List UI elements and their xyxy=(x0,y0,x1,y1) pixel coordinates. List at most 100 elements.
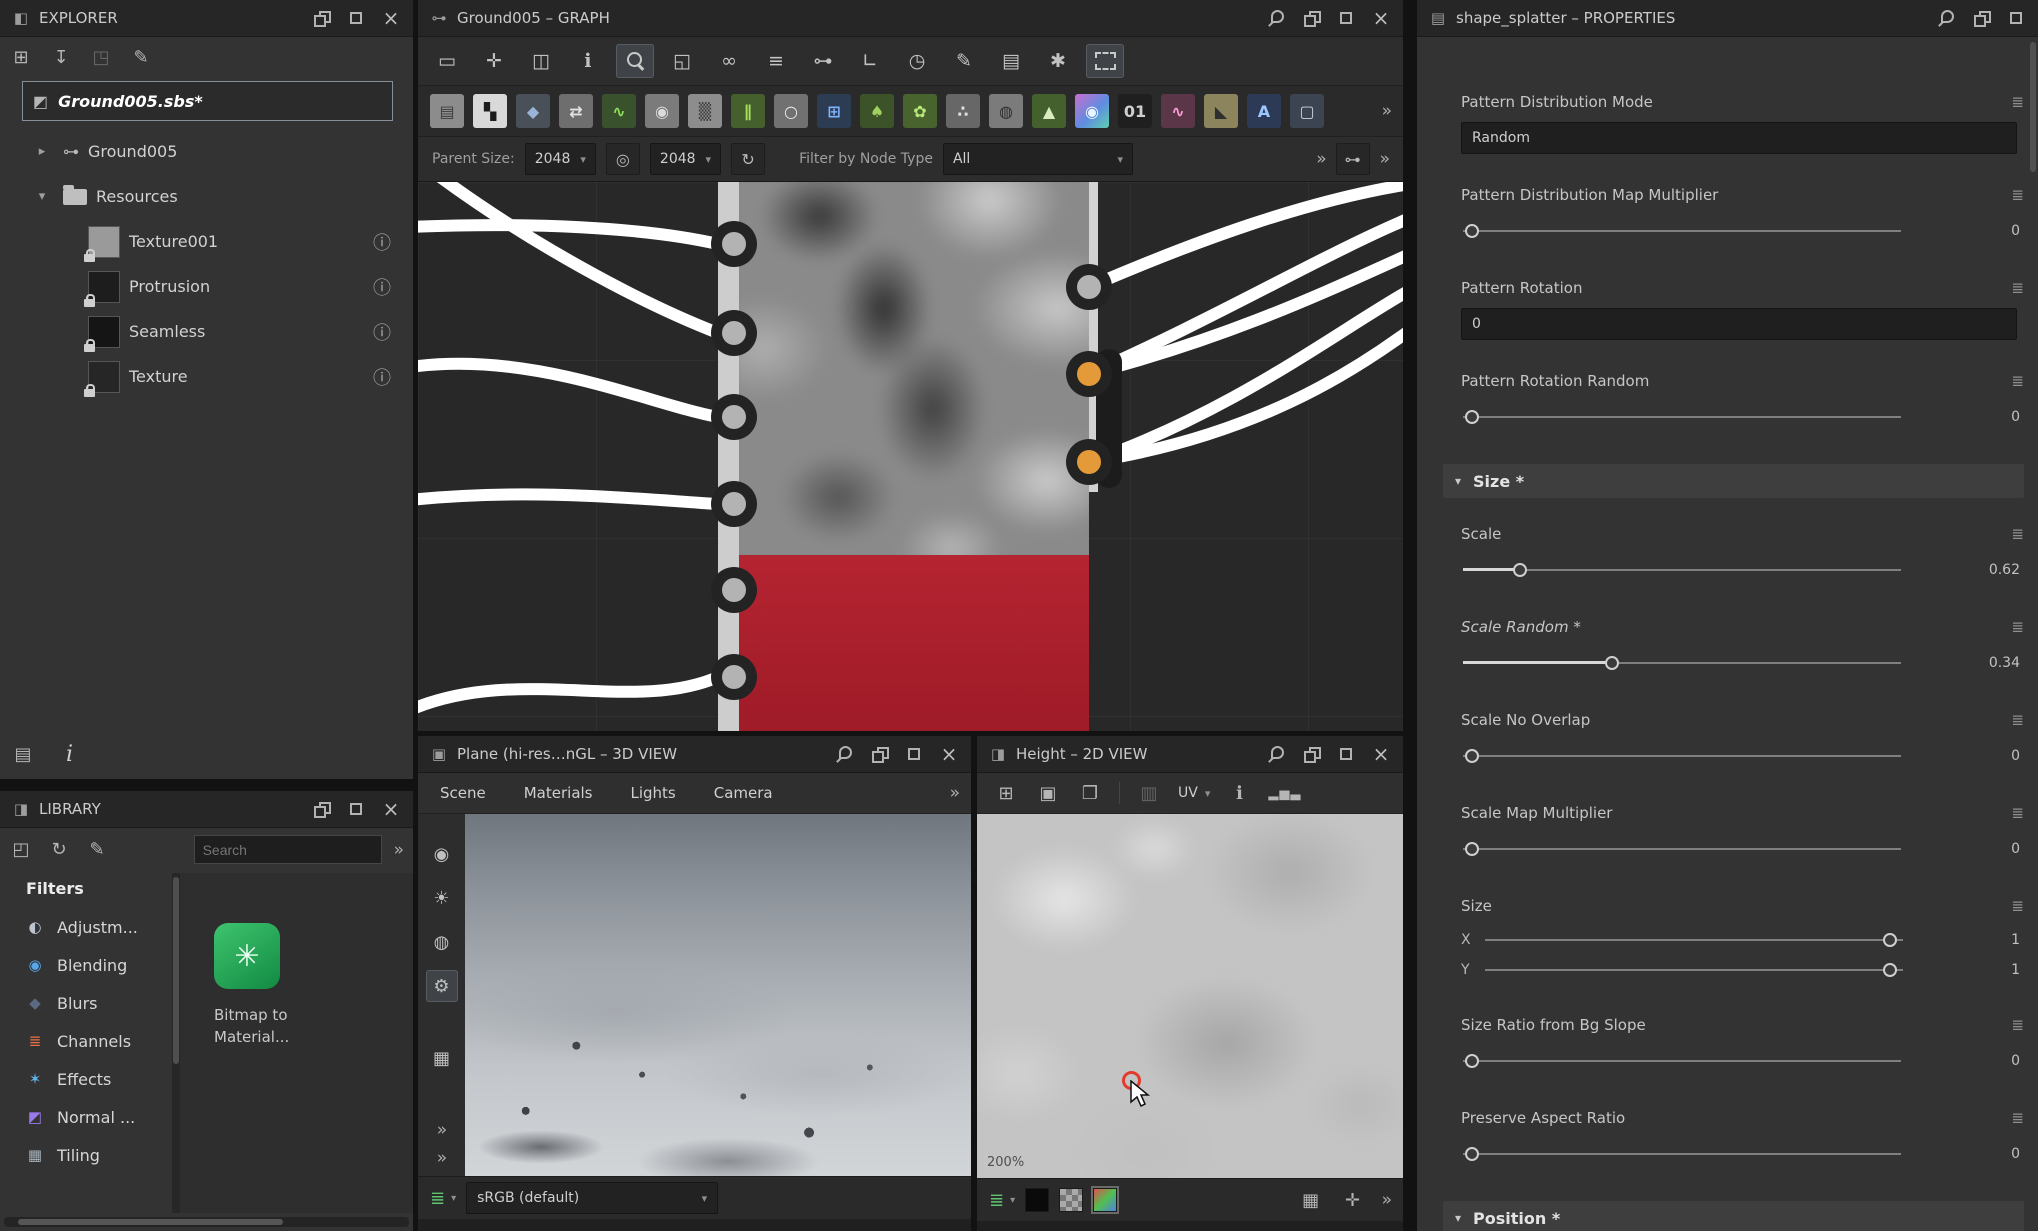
slider-knob[interactable] xyxy=(1605,656,1619,670)
tree-item-ground005[interactable]: ▸⊶Ground005 xyxy=(0,129,413,174)
layers-icon[interactable]: ▤ xyxy=(10,741,36,767)
wave-node-icon[interactable]: ∿ xyxy=(1161,94,1195,128)
param-menu-icon[interactable]: ≣ xyxy=(2011,93,2024,111)
more-icon[interactable]: » xyxy=(1382,101,1391,121)
info-icon[interactable]: ⓘ xyxy=(373,364,391,390)
library-header[interactable]: ◨ LIBRARY × xyxy=(0,791,413,828)
library-filter-channels[interactable]: ≣Channels xyxy=(0,1022,172,1060)
scratches-node-icon[interactable]: ∥ xyxy=(731,94,765,128)
param-slider[interactable] xyxy=(1463,1137,1901,1171)
link-resource-icon[interactable]: ✎ xyxy=(128,44,154,70)
subgraph-navigation-icon[interactable]: ⊶ xyxy=(1336,143,1370,175)
file-item-current-package[interactable]: ◩ Ground005.sbs* xyxy=(22,81,393,121)
param-menu-icon[interactable]: ≣ xyxy=(2011,372,2024,390)
restore-icon[interactable] xyxy=(1971,8,1991,28)
maximize-icon[interactable] xyxy=(1336,8,1356,28)
menu-lights[interactable]: Lights xyxy=(631,784,676,802)
info-icon[interactable]: ⓘ xyxy=(373,319,391,345)
transform-node-icon[interactable]: ▢ xyxy=(1290,94,1324,128)
tree-item-resources[interactable]: ▾Resources xyxy=(0,174,413,219)
input-port[interactable] xyxy=(711,481,757,527)
bitmap-to-material-icon[interactable]: ✳ xyxy=(214,923,280,989)
parent-size-dropdown[interactable]: 2048 ▾ xyxy=(525,143,596,175)
section-header-size[interactable]: ▾Size * xyxy=(1443,464,2024,498)
reset-size-button[interactable]: ↻ xyxy=(731,143,765,175)
image-icon[interactable]: ▤ xyxy=(992,44,1030,78)
library-filter-blurs[interactable]: ◆Blurs xyxy=(0,984,172,1022)
background-color-swatch[interactable] xyxy=(1093,1188,1117,1212)
colorspace-dropdown[interactable]: sRGB (default) ▾ xyxy=(466,1182,718,1214)
dock-icon[interactable]: ◰ xyxy=(8,837,34,863)
pin-icon[interactable] xyxy=(1266,744,1286,764)
zoom-icon[interactable] xyxy=(616,44,654,78)
library-filter-effects[interactable]: ✶Effects xyxy=(0,1060,172,1098)
restore-icon[interactable] xyxy=(1301,744,1321,764)
info-icon[interactable]: ⓘ xyxy=(373,274,391,300)
view2d-viewport[interactable]: 200% xyxy=(977,814,1403,1178)
chevron-down-icon[interactable]: ▾ xyxy=(30,189,54,204)
splatter-node-icon[interactable]: ∴ xyxy=(946,94,980,128)
input-port[interactable] xyxy=(711,310,757,356)
timer-icon[interactable]: ◷ xyxy=(898,44,936,78)
properties-header[interactable]: ▤ shape_splatter – PROPERTIES xyxy=(1417,0,2038,37)
filters-scrollbar[interactable] xyxy=(172,873,180,1213)
copy-image-icon[interactable]: ❐ xyxy=(1077,780,1103,806)
param-slider[interactable] xyxy=(1463,1044,1901,1078)
output-port[interactable] xyxy=(1066,264,1112,310)
light-icon[interactable]: ☀ xyxy=(426,882,458,914)
view2d-header[interactable]: ◨ Height – 2D VIEW × xyxy=(977,736,1403,773)
output-port[interactable] xyxy=(1066,351,1112,397)
save-icon[interactable]: ◳ xyxy=(88,44,114,70)
close-icon[interactable]: × xyxy=(1371,8,1391,28)
maximize-icon[interactable] xyxy=(1336,744,1356,764)
sphere-node-icon[interactable]: ◍ xyxy=(989,94,1023,128)
param-input[interactable] xyxy=(1461,308,2017,340)
slider-knob[interactable] xyxy=(1465,1054,1479,1068)
restore-icon[interactable] xyxy=(1301,8,1321,28)
binary-node-icon[interactable]: 01 xyxy=(1118,94,1152,128)
properties-scrollbar[interactable] xyxy=(2030,42,2036,172)
uv-dropdown[interactable]: UV ▾ xyxy=(1178,785,1210,801)
grid-icon[interactable]: ▦ xyxy=(1298,1187,1324,1213)
slider-knob[interactable] xyxy=(1465,410,1479,424)
param-menu-icon[interactable]: ≣ xyxy=(2011,1016,2024,1034)
camera-icon[interactable]: ◉ xyxy=(426,838,458,870)
slider-knob[interactable] xyxy=(1465,842,1479,856)
input-port[interactable] xyxy=(711,654,757,700)
search-input[interactable] xyxy=(194,835,382,864)
param-menu-icon[interactable]: ≣ xyxy=(2011,525,2024,543)
pin-icon[interactable] xyxy=(834,744,854,764)
close-icon[interactable]: × xyxy=(381,799,401,819)
refresh-icon[interactable]: ↻ xyxy=(46,837,72,863)
restore-icon[interactable] xyxy=(869,744,889,764)
close-icon[interactable]: × xyxy=(381,8,401,28)
display-icon[interactable]: ◫ xyxy=(522,44,560,78)
wire[interactable] xyxy=(418,494,718,504)
tree-item-seamless[interactable]: Seamlessⓘ xyxy=(0,309,413,354)
wire[interactable] xyxy=(1089,218,1403,374)
more-icon[interactable]: » xyxy=(437,1148,446,1168)
param-slider[interactable] xyxy=(1463,646,1901,680)
align-icon[interactable]: ≡ xyxy=(757,44,795,78)
more-icon[interactable]: » xyxy=(1380,149,1389,169)
tree-item-texture[interactable]: Textureⓘ xyxy=(0,354,413,399)
wire[interactable] xyxy=(1089,290,1403,462)
chevron-right-icon[interactable]: ▸ xyxy=(30,144,54,159)
param-dropdown[interactable]: Random xyxy=(1461,122,2017,154)
wire[interactable] xyxy=(436,182,718,333)
tree-node-icon[interactable]: ♠ xyxy=(860,94,894,128)
info-icon[interactable]: i xyxy=(66,742,73,767)
param-slider[interactable] xyxy=(1463,553,1901,587)
more-icon[interactable]: » xyxy=(437,1120,446,1140)
edit-icon[interactable]: ✎ xyxy=(84,837,110,863)
marquee-select-icon[interactable]: ▭ xyxy=(428,44,466,78)
more-icon[interactable]: » xyxy=(950,783,959,803)
leaf-node-icon[interactable]: ✿ xyxy=(903,94,937,128)
uniform-color-node-icon[interactable]: ▤ xyxy=(430,94,464,128)
input-port[interactable] xyxy=(711,394,757,440)
maximize-icon[interactable] xyxy=(346,799,366,819)
graph-canvas[interactable] xyxy=(418,182,1403,731)
close-icon[interactable]: × xyxy=(1371,744,1391,764)
new-package-icon[interactable]: ⊞ xyxy=(8,44,34,70)
library-filter-normal[interactable]: ◩Normal ... xyxy=(0,1098,172,1136)
